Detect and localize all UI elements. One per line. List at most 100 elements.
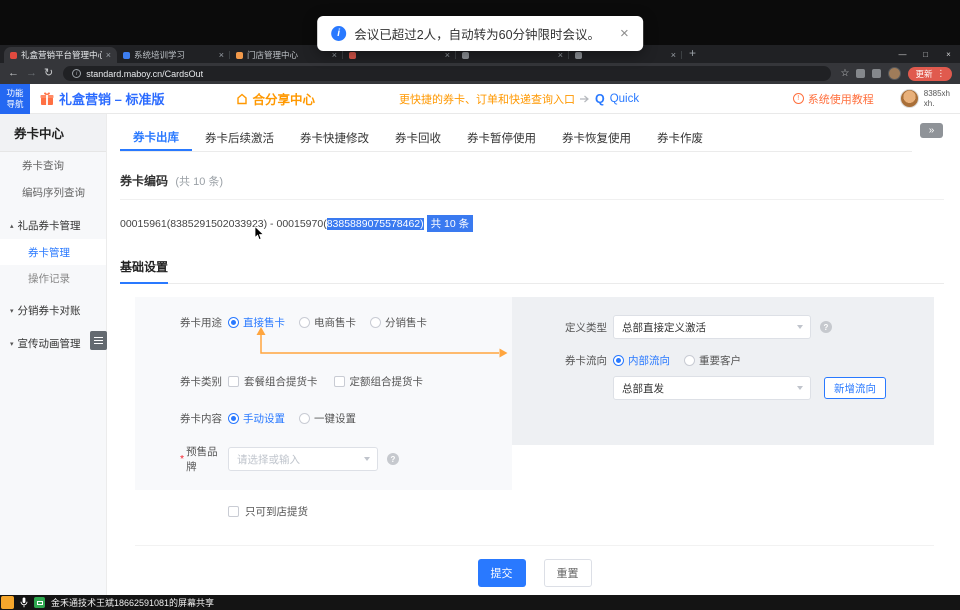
- tab-card-quick-edit[interactable]: 券卡快捷修改: [287, 125, 382, 151]
- radio-one-key-setting[interactable]: 一键设置: [299, 411, 356, 426]
- extension-icon[interactable]: [856, 69, 865, 78]
- checkbox-label: 定额组合提货卡: [350, 374, 424, 389]
- brand-label: * 预售品牌: [180, 444, 228, 474]
- radio-direct-sale[interactable]: 直接售卡: [228, 315, 285, 330]
- favicon-icon: [236, 52, 243, 59]
- submit-button[interactable]: 提交: [478, 559, 526, 587]
- radio-distribution-sale[interactable]: 分销售卡: [370, 315, 427, 330]
- share-center-label: 合分享中心: [252, 89, 315, 108]
- toast-message: 会议已超过2人，自动转为60分钟限时会议。: [354, 24, 600, 43]
- maximize-button[interactable]: □: [914, 45, 937, 63]
- content-tabs: 券卡出库 券卡后续激活 券卡快捷修改 券卡回收 券卡暂停使用 券卡恢复使用 券卡…: [120, 125, 912, 152]
- checkbox-package-combo[interactable]: 套餐组合提货卡: [228, 374, 318, 389]
- checkbox-fixed-combo[interactable]: 定额组合提货卡: [334, 374, 424, 389]
- tab-close-icon[interactable]: ×: [558, 50, 563, 60]
- sidebar-item-code-query[interactable]: 编码序列查询: [0, 179, 106, 206]
- sidebar-item-card-manage[interactable]: 券卡管理: [0, 239, 106, 265]
- update-label: 更新: [915, 68, 932, 80]
- username-line1: 8385xh: [924, 89, 950, 99]
- minimize-button[interactable]: —: [891, 45, 914, 63]
- help-icon[interactable]: ?: [387, 453, 399, 465]
- row-card-flow: 券卡流向 内部流向 重要客户: [565, 353, 934, 368]
- radio-key-customer[interactable]: 重要客户: [684, 353, 741, 368]
- pointer-icon: [580, 95, 590, 103]
- quick-entry[interactable]: 更快捷的券卡、订单和快递查询入口 Q Quick: [399, 91, 639, 107]
- browser-window: 礼盒营销平台管理中心 × 系统培训学习 × 门店管理中心 × × ×: [0, 45, 960, 595]
- window-controls: — □ ×: [891, 45, 960, 63]
- select-value: 总部直接定义激活: [622, 320, 706, 335]
- sidebar-group-label: 宣传动画管理: [18, 336, 81, 351]
- browser-toolbar: ← → ↻ i standard.maboy.cn/CardsOut ☆ 更新 …: [0, 63, 960, 84]
- divider: [120, 199, 944, 200]
- brand: 礼盒营销 – 标准版: [40, 89, 164, 108]
- site-info-icon[interactable]: i: [72, 69, 81, 78]
- favicon-icon: [349, 52, 356, 59]
- tab-close-icon[interactable]: ×: [445, 50, 450, 60]
- tab-close-icon[interactable]: ×: [671, 50, 676, 60]
- tutorial-link[interactable]: ! 系统使用教程: [793, 91, 874, 107]
- bookmark-star-icon[interactable]: ☆: [841, 69, 850, 79]
- help-icon[interactable]: ?: [820, 321, 832, 333]
- tab-card-resume[interactable]: 券卡恢复使用: [549, 125, 644, 151]
- tab-card-recycle[interactable]: 券卡回收: [382, 125, 454, 151]
- forward-icon[interactable]: →: [26, 68, 37, 79]
- sidebar-item-card-query[interactable]: 券卡查询: [0, 152, 106, 179]
- tutorial-icon: !: [793, 93, 804, 104]
- presale-brand-select[interactable]: 请选择或输入: [228, 447, 378, 471]
- reset-button[interactable]: 重置: [544, 559, 592, 587]
- chevron-down-icon: [364, 457, 370, 461]
- microphone-icon[interactable]: [20, 597, 28, 608]
- define-type-select[interactable]: 总部直接定义激活: [613, 315, 811, 339]
- radio-internal-flow[interactable]: 内部流向: [613, 353, 670, 368]
- sidebar-group-gift-card[interactable]: ▴ 礼品券卡管理: [0, 212, 106, 239]
- new-tab-button[interactable]: +: [689, 46, 696, 60]
- checkbox-store-pickup-only[interactable]: 只可到店提货: [228, 504, 960, 519]
- tab-close-icon[interactable]: ×: [219, 50, 224, 60]
- share-center-icon: [236, 93, 248, 105]
- address-bar[interactable]: i standard.maboy.cn/CardsOut: [63, 66, 830, 81]
- deftype-label: 定义类型: [565, 320, 613, 335]
- nav-badge[interactable]: 功能 导航: [0, 84, 30, 114]
- chevron-down-icon: [797, 325, 803, 329]
- tab-close-icon[interactable]: ×: [332, 50, 337, 60]
- tutorial-label: 系统使用教程: [808, 91, 874, 107]
- favicon-icon: [575, 52, 582, 59]
- tab-card-void[interactable]: 券卡作废: [644, 125, 716, 151]
- row-card-usage: 券卡用途 直接售卡 电商售卡 分销售卡: [180, 315, 512, 330]
- radio-ecommerce-sale[interactable]: 电商售卡: [299, 315, 356, 330]
- browser-tab-1[interactable]: 礼盒营销平台管理中心 ×: [4, 47, 117, 63]
- browser-tab-2[interactable]: 系统培训学习 ×: [117, 47, 230, 63]
- browser-profile-avatar[interactable]: [888, 67, 901, 80]
- url-text: standard.maboy.cn/CardsOut: [86, 69, 203, 79]
- flow-label: 券卡流向: [565, 353, 613, 368]
- add-flow-button[interactable]: 新增流向: [824, 377, 886, 399]
- radio-label: 直接售卡: [243, 315, 285, 330]
- category-label: 券卡类别: [180, 374, 228, 389]
- reload-icon[interactable]: ↻: [44, 68, 53, 79]
- tab-card-out[interactable]: 券卡出库: [120, 125, 192, 151]
- tab-close-icon[interactable]: ×: [106, 50, 111, 60]
- tab-card-activate[interactable]: 券卡后续激活: [192, 125, 287, 151]
- browser-update-button[interactable]: 更新 ⋮: [908, 67, 952, 81]
- user-avatar[interactable]: [900, 89, 919, 108]
- back-icon[interactable]: ←: [8, 68, 19, 79]
- nav-badge-line2: 导航: [6, 99, 23, 110]
- tab-title: 系统培训学习: [134, 49, 215, 61]
- sidebar-group-distribution[interactable]: ▾ 分销券卡对账: [0, 297, 106, 324]
- tab-card-pause[interactable]: 券卡暂停使用: [454, 125, 549, 151]
- sidebar-collapse-toggle[interactable]: [90, 331, 107, 350]
- share-center-link[interactable]: 合分享中心: [236, 89, 315, 108]
- radio-icon: [228, 413, 239, 424]
- close-icon[interactable]: ×: [620, 25, 629, 42]
- extensions-menu-icon[interactable]: [872, 69, 881, 78]
- screen-share-label: 金禾通技术王斌18662591081的屏幕共享: [51, 596, 214, 609]
- window-close-button[interactable]: ×: [937, 45, 960, 63]
- flow-direction-select[interactable]: 总部直发: [613, 376, 811, 400]
- app-header: 功能 导航 礼盒营销 – 标准版 合分享中心 更快捷的券卡、订单和快递: [0, 84, 960, 114]
- radio-icon: [613, 355, 624, 366]
- sidebar-item-op-log[interactable]: 操作记录: [0, 265, 106, 291]
- kebab-menu-icon[interactable]: ⋮: [937, 68, 946, 79]
- radio-manual-setting[interactable]: 手动设置: [228, 411, 285, 426]
- panel-collapse-button[interactable]: »: [920, 123, 943, 138]
- checkbox-icon: [334, 376, 345, 387]
